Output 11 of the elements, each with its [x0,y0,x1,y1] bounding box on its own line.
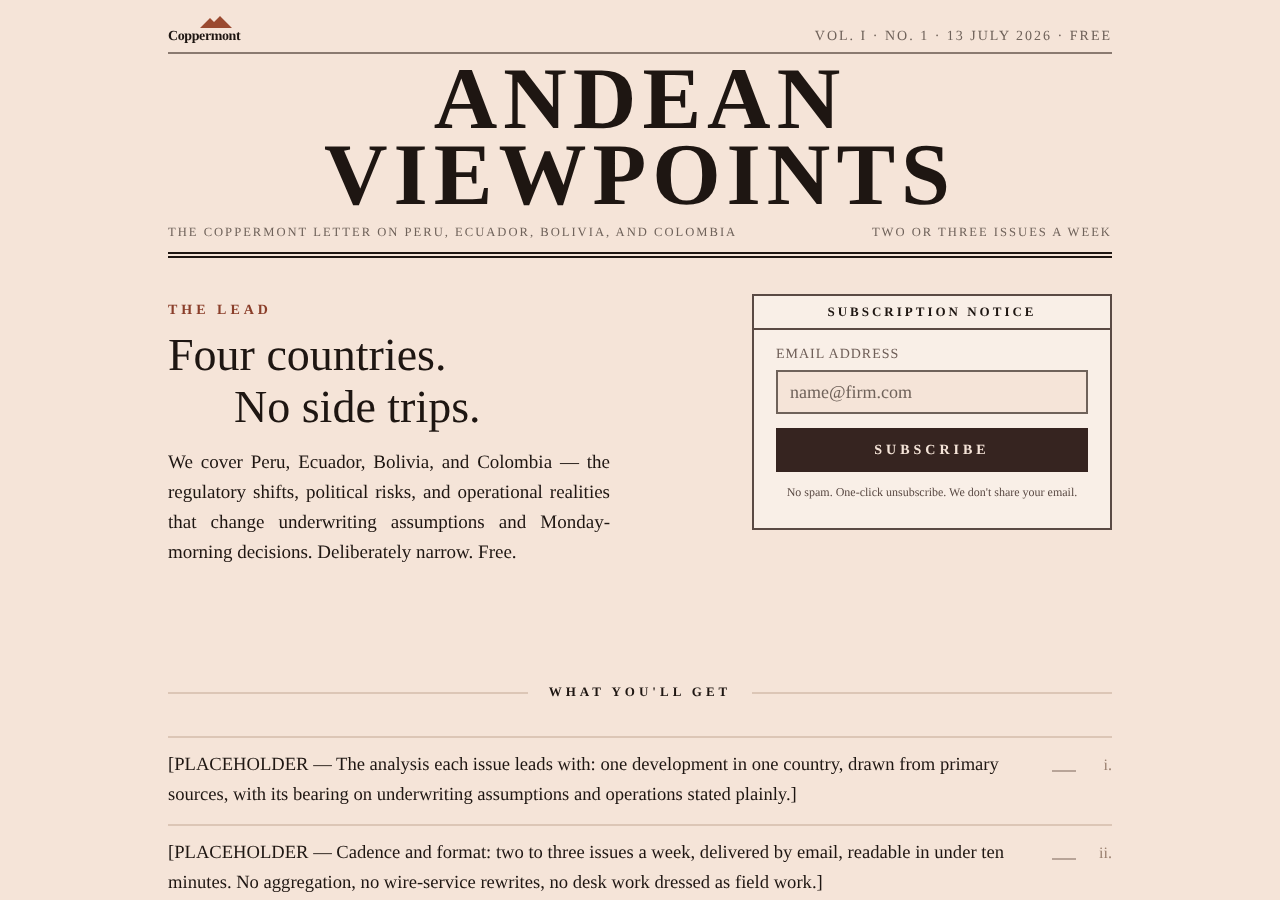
email-field[interactable]: name@firm.com [776,370,1088,414]
headline: No side trips. [232,382,483,434]
masthead-title: VIEWPOINTS [323,138,957,214]
lead-paragraph: We cover Peru, Ecuador, Bolivia, and Colombia — the regulatory shifts, political risks, and operational realities that change underwriting assumptions and Monday-morning decisions. Deliberately narrow. Free. [168,452,610,568]
feature-text: [PLACEHOLDER — Cadence and format: two to three issues a week, delivered by email, readable in under ten minutes. No aggregation, no wire-service rewrites, no desk work dressed as field work.] [168,842,1006,898]
numeral: ii. [1097,844,1112,862]
mountain-icon [200,16,233,28]
feature-text: [PLACEHOLDER — The analysis each issue leads with: one development in one country, drawn from primary sources, with its bearing on underwriting assumptions and operations stated plainly.] [168,754,1001,810]
masthead-title: ANDEAN [433,62,847,138]
numeral: i. [1101,756,1112,774]
headline: Four countries. [168,330,449,382]
